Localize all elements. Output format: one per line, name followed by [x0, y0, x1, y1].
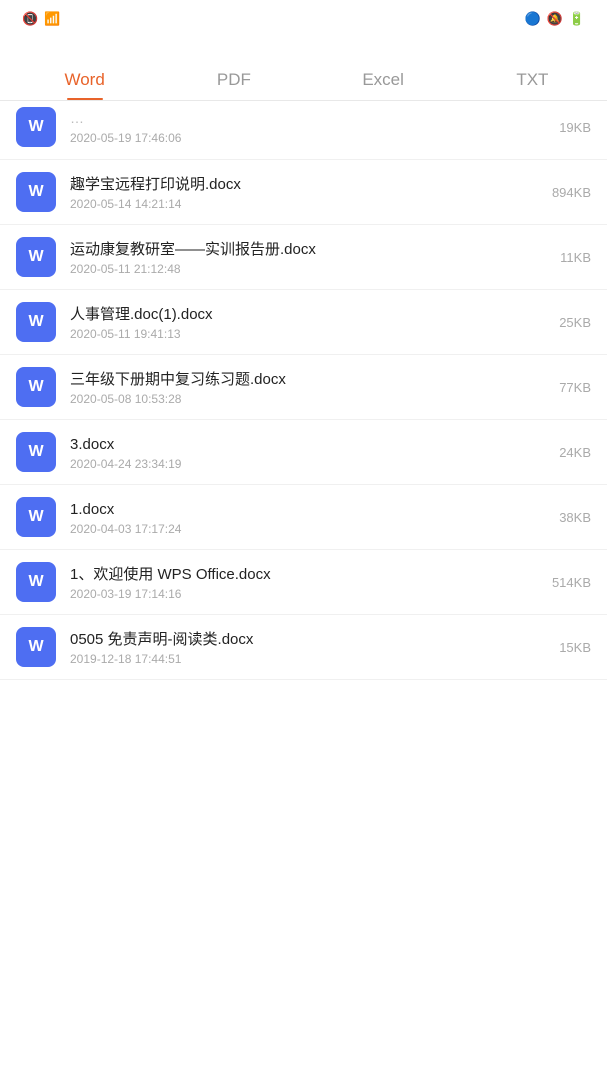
- file-item[interactable]: W 三年级下册期中复习练习题.docx 2020-05-08 10:53:28 …: [0, 355, 607, 420]
- file-size: 514KB: [552, 575, 591, 590]
- file-icon-word: W: [16, 302, 56, 342]
- file-info: 0505 免责声明-阅读类.docx 2019-12-18 17:44:51: [70, 629, 539, 666]
- file-name: 1.docx: [70, 499, 539, 520]
- file-info: 趣学宝远程打印说明.docx 2020-05-14 14:21:14: [70, 174, 532, 211]
- file-size: 15KB: [559, 640, 591, 655]
- file-item[interactable]: W 人事管理.doc(1).docx 2020-05-11 19:41:13 2…: [0, 290, 607, 355]
- file-info: 1.docx 2020-04-03 17:17:24: [70, 499, 539, 536]
- file-name: 0505 免责声明-阅读类.docx: [70, 629, 539, 650]
- file-info: … 2020-05-19 17:46:06: [70, 109, 539, 145]
- status-right: 🔵 🔕 🔋: [524, 11, 591, 27]
- file-date: 2020-04-03 17:17:24: [70, 522, 539, 536]
- file-name: 三年级下册期中复习练习题.docx: [70, 369, 539, 390]
- file-icon-word: W: [16, 562, 56, 602]
- file-size: 38KB: [559, 510, 591, 525]
- file-date: 2020-05-19 17:46:06: [70, 131, 539, 145]
- bluetooth-icon: 🔵: [524, 11, 540, 27]
- file-date: 2019-12-18 17:44:51: [70, 652, 539, 666]
- file-item[interactable]: W 运动康复教研室——实训报告册.docx 2020-05-11 21:12:4…: [0, 225, 607, 290]
- file-item[interactable]: W 1.docx 2020-04-03 17:17:24 38KB: [0, 485, 607, 550]
- battery-icon: 🔋: [569, 11, 585, 27]
- file-icon-word: W: [16, 367, 56, 407]
- sim-icon: 📵: [22, 11, 38, 27]
- file-icon-word: W: [16, 497, 56, 537]
- file-name: …: [70, 109, 539, 129]
- tab-word[interactable]: Word: [10, 60, 159, 100]
- status-bar: 📵 📶 🔵 🔕 🔋: [0, 0, 607, 36]
- file-name: 趣学宝远程打印说明.docx: [70, 174, 532, 195]
- file-icon-word: W: [16, 237, 56, 277]
- file-date: 2020-05-11 19:41:13: [70, 327, 539, 341]
- file-date: 2020-05-11 21:12:48: [70, 262, 540, 276]
- file-size: 24KB: [559, 445, 591, 460]
- file-date: 2020-05-08 10:53:28: [70, 392, 539, 406]
- file-info: 运动康复教研室——实训报告册.docx 2020-05-11 21:12:48: [70, 239, 540, 276]
- file-list: W … 2020-05-19 17:46:06 19KB W 趣学宝远程打印说明…: [0, 101, 607, 680]
- file-icon-word: W: [16, 432, 56, 472]
- file-item[interactable]: W 1、欢迎使用 WPS Office.docx 2020-03-19 17:1…: [0, 550, 607, 615]
- file-size: 25KB: [559, 315, 591, 330]
- file-icon-word: W: [16, 172, 56, 212]
- file-date: 2020-04-24 23:34:19: [70, 457, 539, 471]
- tab-txt[interactable]: TXT: [458, 60, 607, 100]
- file-size: 894KB: [552, 185, 591, 200]
- file-name: 3.docx: [70, 434, 539, 455]
- file-size: 77KB: [559, 380, 591, 395]
- file-item[interactable]: W 0505 免责声明-阅读类.docx 2019-12-18 17:44:51…: [0, 615, 607, 680]
- file-size: 19KB: [559, 120, 591, 135]
- file-date: 2020-05-14 14:21:14: [70, 197, 532, 211]
- file-info: 人事管理.doc(1).docx 2020-05-11 19:41:13: [70, 304, 539, 341]
- status-left: 📵 📶: [16, 11, 60, 27]
- file-item[interactable]: W 3.docx 2020-04-24 23:34:19 24KB: [0, 420, 607, 485]
- file-name: 运动康复教研室——实训报告册.docx: [70, 239, 540, 260]
- file-name: 1、欢迎使用 WPS Office.docx: [70, 564, 532, 585]
- header: [0, 36, 607, 60]
- file-date: 2020-03-19 17:14:16: [70, 587, 532, 601]
- tab-bar: Word PDF Excel TXT: [0, 60, 607, 101]
- file-info: 1、欢迎使用 WPS Office.docx 2020-03-19 17:14:…: [70, 564, 532, 601]
- file-item[interactable]: W … 2020-05-19 17:46:06 19KB: [0, 101, 607, 160]
- wifi-icon: 📶: [44, 11, 60, 27]
- bell-icon: 🔕: [547, 11, 563, 27]
- file-icon-word: W: [16, 627, 56, 667]
- back-button[interactable]: [12, 46, 20, 50]
- file-info: 三年级下册期中复习练习题.docx 2020-05-08 10:53:28: [70, 369, 539, 406]
- tab-pdf[interactable]: PDF: [159, 60, 308, 100]
- file-size: 11KB: [560, 250, 591, 265]
- tab-excel[interactable]: Excel: [309, 60, 458, 100]
- file-item[interactable]: W 趣学宝远程打印说明.docx 2020-05-14 14:21:14 894…: [0, 160, 607, 225]
- file-name: 人事管理.doc(1).docx: [70, 304, 539, 325]
- file-info: 3.docx 2020-04-24 23:34:19: [70, 434, 539, 471]
- file-icon-word: W: [16, 107, 56, 147]
